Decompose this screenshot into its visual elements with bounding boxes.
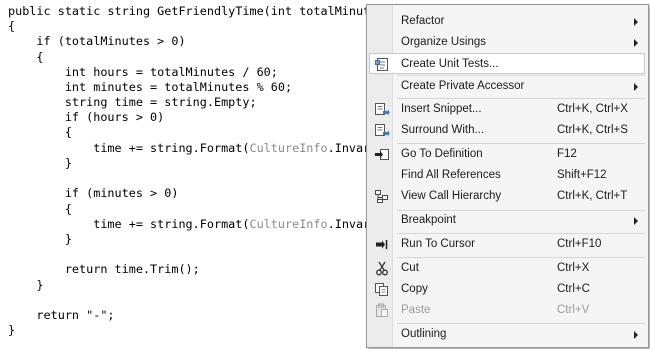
menu-item-surround-with[interactable]: Surround With... Ctrl+K, Ctrl+S [369, 120, 645, 141]
menu-item-label: Breakpoint [401, 214, 456, 226]
menu-item-shortcut: Ctrl+F10 [557, 238, 602, 250]
copy-icon [374, 282, 390, 297]
code-line: } [8, 156, 72, 170]
scissors-icon [374, 261, 390, 276]
code-line: } [8, 323, 16, 337]
code-line: } [8, 278, 44, 292]
menu-item-shortcut: F12 [557, 148, 577, 160]
menu-item-label: Paste [401, 304, 431, 316]
go-to-definition-icon [374, 147, 390, 162]
menu-item-label: Create Unit Tests... [401, 58, 499, 70]
menu-item-paste[interactable]: Paste Ctrl+V [369, 300, 645, 321]
type-name: CultureInfo [249, 217, 328, 231]
code-line: return "-"; [8, 308, 115, 322]
menu-item-label: Go To Definition [401, 148, 483, 160]
submenu-arrow-icon [634, 18, 638, 26]
menu-item-shortcut: Ctrl+K, Ctrl+X [557, 103, 628, 115]
menu-item-label: Run To Cursor [401, 238, 475, 250]
menu-item-insert-snippet[interactable]: Insert Snippet... Ctrl+K, Ctrl+X [369, 99, 645, 120]
snippet-icon [374, 102, 390, 117]
menu-item-cut[interactable]: Cut Ctrl+X [369, 258, 645, 279]
menu-item-shortcut: Ctrl+X [557, 262, 590, 274]
menu-item-copy[interactable]: Copy Ctrl+C [369, 279, 645, 300]
code-line: int hours = totalMinutes / 60; [8, 65, 278, 79]
code-line: if (totalMinutes > 0) [8, 34, 186, 48]
menu-item-shortcut: Ctrl+V [557, 304, 590, 316]
menu-item-label: Create Private Accessor [401, 80, 525, 92]
code-line: if (minutes > 0) [8, 186, 179, 200]
code-line: int minutes = totalMinutes % 60; [8, 80, 293, 94]
menu-item-find-all-references[interactable]: Find All References Shift+F12 [369, 165, 645, 186]
menu-item-refactor[interactable]: Refactor [369, 11, 645, 32]
menu-item-create-unit-tests[interactable]: Create Unit Tests... [369, 53, 645, 74]
menu-item-label: Outlining [401, 328, 447, 340]
surround-icon [374, 123, 390, 138]
code-line: { [8, 125, 72, 139]
submenu-arrow-icon [634, 83, 638, 91]
menu-item-shortcut: Shift+F12 [557, 169, 607, 181]
menu-item-create-private-accessor[interactable]: Create Private Accessor [369, 76, 645, 97]
menu-item-organize-usings[interactable]: Organize Usings [369, 32, 645, 53]
code-text: time += string.Format( [8, 141, 250, 155]
context-menu: Refactor Organize Usings Create Unit Tes… [366, 4, 649, 348]
menu-item-outlining[interactable]: Outlining [369, 324, 645, 345]
call-hierarchy-icon [374, 189, 390, 204]
code-line: time += string.Format(CultureInfo.Invari… [8, 217, 391, 232]
code-line: if (hours > 0) [8, 110, 165, 124]
menu-item-view-call-hierarchy[interactable]: View Call Hierarchy Ctrl+K, Ctrl+T [369, 186, 645, 207]
code-line: public static string GetFriendlyTime(int… [8, 4, 392, 18]
unit-test-icon [375, 57, 391, 72]
submenu-arrow-icon [634, 217, 638, 225]
menu-item-label: View Call Hierarchy [401, 190, 502, 202]
menu-item-label: Find All References [401, 169, 501, 181]
menu-item-shortcut: Ctrl+K, Ctrl+S [557, 124, 628, 136]
menu-item-label: Organize Usings [401, 36, 487, 48]
run-to-cursor-icon [374, 237, 390, 252]
code-line: { [8, 202, 72, 216]
menu-item-go-to-definition[interactable]: Go To Definition F12 [369, 144, 645, 165]
code-line: string time = string.Empty; [8, 95, 257, 109]
menu-item-breakpoint[interactable]: Breakpoint [369, 210, 645, 231]
code-line: time += string.Format(CultureInfo.Invari… [8, 141, 391, 156]
menu-item-label: Refactor [401, 15, 445, 27]
menu-item-label: Cut [401, 262, 419, 274]
paste-icon [374, 303, 390, 318]
menu-item-shortcut: Ctrl+C [557, 283, 590, 295]
code-text: time += string.Format( [8, 217, 250, 231]
menu-item-label: Insert Snippet... [401, 103, 482, 115]
type-name: CultureInfo [249, 141, 328, 155]
code-line: { [8, 50, 44, 64]
submenu-arrow-icon [634, 39, 638, 47]
code-line: return time.Trim(); [8, 262, 200, 276]
menu-item-shortcut: Ctrl+K, Ctrl+T [557, 190, 628, 202]
menu-item-label: Copy [401, 283, 428, 295]
submenu-arrow-icon [634, 331, 638, 339]
menu-item-run-to-cursor[interactable]: Run To Cursor Ctrl+F10 [369, 234, 645, 255]
menu-item-label: Surround With... [401, 124, 485, 136]
code-line: } [8, 232, 72, 246]
code-line: { [8, 19, 16, 33]
